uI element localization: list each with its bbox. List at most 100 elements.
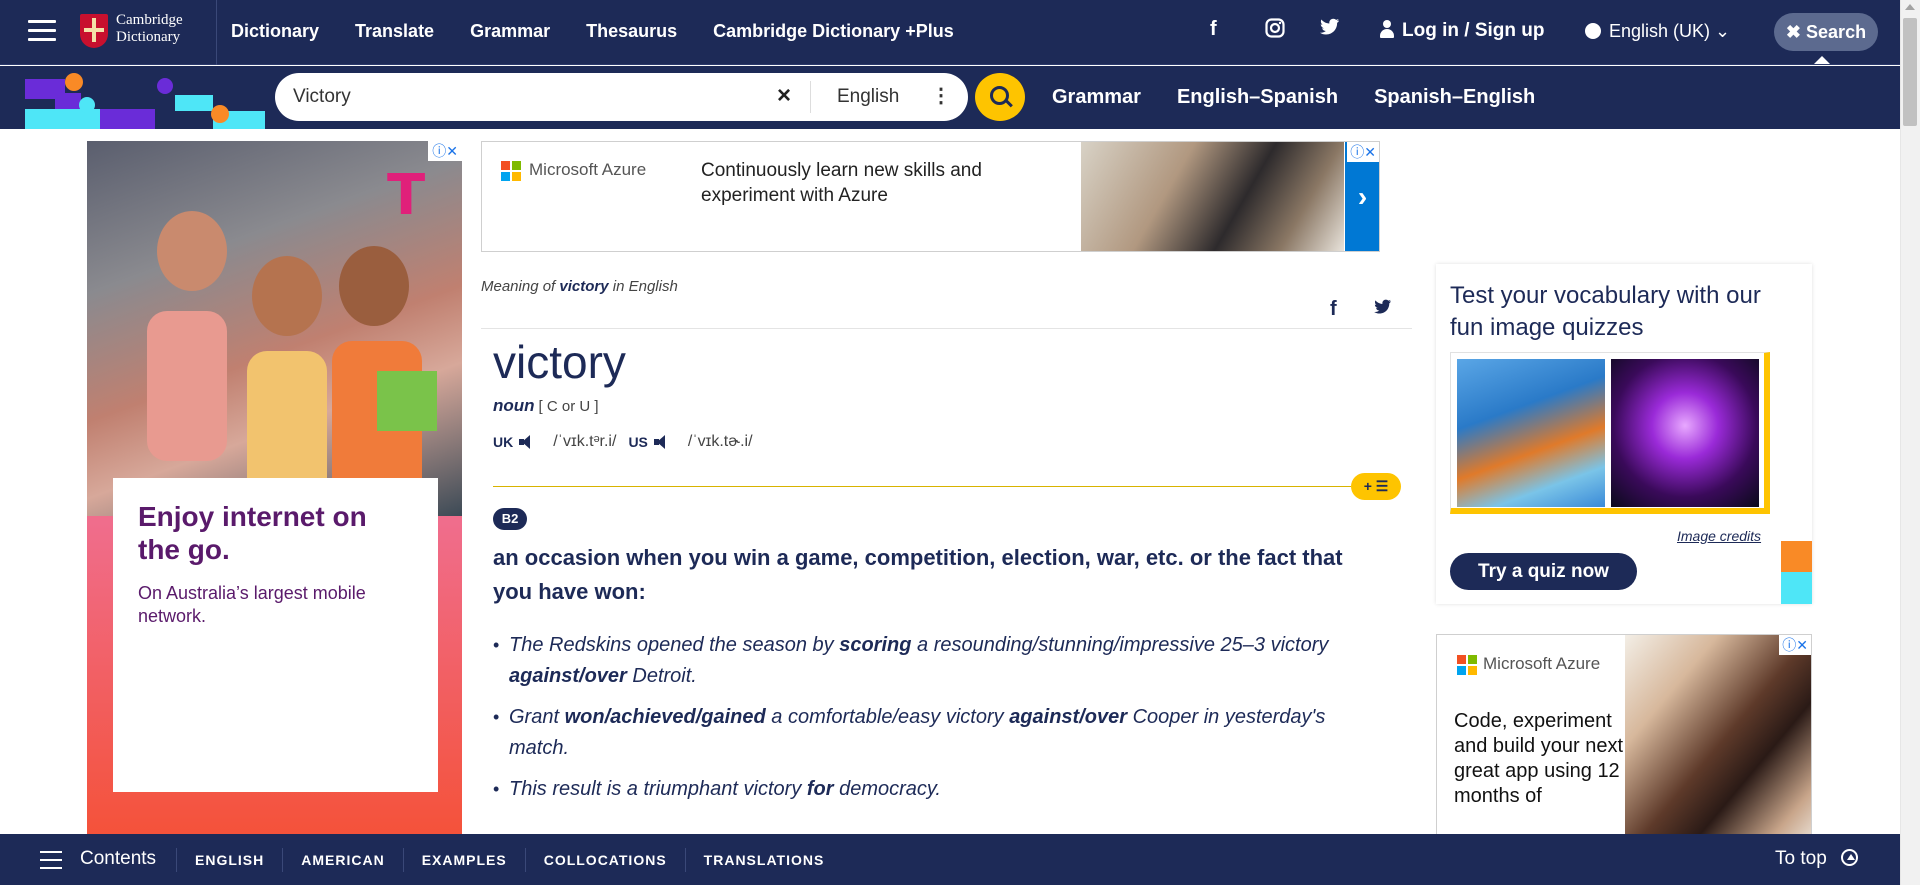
decorative-pattern [25,73,265,129]
pronunciation: UK /ˈvɪk.tᵊr.i/ US /ˈvɪk.tɚ.i/ [493,433,765,451]
sub-nav: Grammar English–Spanish Spanish–English [1052,86,1571,109]
example-item: The Redskins opened the season by scorin… [493,630,1373,692]
nav-grammar[interactable]: Grammar [470,21,550,42]
search-box: × English ⋮ [275,73,968,121]
meaning-caption: Meaning of victory in English [481,278,678,295]
login-link[interactable]: Log in / Sign up [1380,20,1544,42]
adchoices-icon[interactable]: ⓘ✕ [428,141,462,161]
uk-audio-icon[interactable] [519,434,537,450]
ad-photo: T [87,141,462,516]
search-toggle-button[interactable]: ✖ Search [1774,13,1878,64]
subnav-spanish-english[interactable]: Spanish–English [1374,86,1535,109]
microsoft-logo-icon [501,161,521,181]
divider [493,486,1351,487]
adchoices-icon[interactable]: ⓘ✕ [1779,635,1811,655]
decorative-block [1781,572,1812,604]
subnav-english-spanish[interactable]: English–Spanish [1177,86,1338,109]
clear-icon[interactable]: × [777,82,791,110]
nav-translate[interactable]: Translate [355,21,434,42]
try-quiz-button[interactable]: Try a quiz now [1450,553,1637,590]
section-english[interactable]: ENGLISH [176,847,282,872]
to-top-link[interactable]: To top [1775,848,1858,870]
twitter-icon[interactable] [1320,18,1375,44]
top-header: Cambridge Dictionary Dictionary Translat… [0,0,1900,65]
microsoft-logo-icon [1457,655,1477,675]
bottom-bar: Contents ENGLISH AMERICAN EXAMPLES COLLO… [0,834,1900,885]
level-badge: B2 [493,508,527,530]
uk-ipa: /ˈvɪk.tᵊr.i/ [553,433,617,450]
dictionary-selector[interactable]: English [837,86,899,108]
ad-photo [1625,635,1811,853]
main-nav: Dictionary Translate Grammar Thesaurus C… [231,0,990,62]
scrollbar[interactable] [1900,0,1920,885]
quiz-images [1450,352,1770,514]
ad-headline: Enjoy internet on the go. [138,501,367,565]
section-american[interactable]: AMERICAN [282,847,402,872]
ad-text: Code, experiment and build your next gre… [1454,710,1624,807]
ad-brand: Microsoft Azure [1483,654,1601,673]
search-submit-button[interactable] [975,73,1025,121]
menu-icon[interactable] [40,851,62,869]
image-credits-link[interactable]: Image credits [1677,528,1761,544]
divider [481,328,1412,329]
social-links: f [1210,18,1375,44]
section-collocations[interactable]: COLLOCATIONS [524,847,685,872]
example-item: This result is a triumphant victory for … [493,774,1373,805]
quiz-widget: Test your vocabulary with our fun image … [1436,264,1812,604]
globe-icon [1585,23,1601,39]
ad-telstra[interactable]: T ⓘ✕ Enjoy internet on the go. On Austra… [87,141,462,835]
contents-link[interactable]: Contents [80,848,156,870]
ad-photo [1081,142,1344,251]
chevron-down-icon: ⌄ [1715,21,1731,41]
close-icon: ✖ [1785,22,1802,42]
ad-brand: Microsoft Azure [529,160,647,179]
us-label: US [628,434,648,450]
cambridge-logo[interactable]: Cambridge Dictionary [80,12,202,52]
adchoices-icon[interactable]: ⓘ✕ [1347,142,1379,162]
decorative-block [1781,541,1812,572]
ad-card: Enjoy internet on the go. On Australia’s… [113,478,438,792]
shield-icon [80,14,108,48]
share-facebook-icon[interactable]: f [1330,298,1337,321]
headword: victory [493,336,626,388]
section-examples[interactable]: EXAMPLES [402,847,525,872]
logo-line1: Cambridge [116,12,183,28]
quiz-image-carousel[interactable] [1611,359,1759,507]
section-links: ENGLISH AMERICAN EXAMPLES COLLOCATIONS T… [176,834,842,885]
language-selector[interactable]: English (UK) ⌄ [1585,21,1730,42]
user-icon [1380,20,1394,38]
uk-label: UK [493,434,514,450]
nav-plus[interactable]: Cambridge Dictionary +Plus [713,21,954,42]
ad-subtext: On Australia’s largest mobile network. [138,583,366,626]
search-input[interactable] [293,83,763,111]
quiz-title: Test your vocabulary with our fun image … [1450,282,1761,341]
grammar-code: [ C or U ] [538,398,599,415]
part-of-speech: noun[ C or U ] [493,396,599,415]
section-translations[interactable]: TRANSLATIONS [684,847,843,872]
telstra-logo: T [387,163,426,228]
definition: an occasion when you win a game, competi… [493,545,1343,604]
subnav-grammar[interactable]: Grammar [1052,86,1141,109]
example-item: Grant won/achieved/gained a comfortable/… [493,702,1373,764]
menu-icon[interactable] [28,20,56,44]
scrollbar-thumb[interactable] [1903,18,1917,126]
quiz-image-waterslide[interactable] [1457,359,1605,507]
instagram-icon[interactable] [1265,18,1320,44]
us-audio-icon[interactable] [653,434,672,450]
ad-text: Continuously learn new skills and experi… [701,160,982,206]
logo-line2: Dictionary [116,29,181,45]
facebook-icon[interactable]: f [1210,18,1265,44]
scroll-up-icon[interactable] [1905,4,1915,10]
ad-azure-sidebar[interactable]: Microsoft Azure Code, experiment and bui… [1436,634,1812,854]
share-twitter-icon[interactable] [1374,298,1392,319]
more-options-icon[interactable]: ⋮ [931,83,951,108]
divider [810,81,811,113]
divider [216,0,217,65]
nav-thesaurus[interactable]: Thesaurus [586,21,677,42]
examples-list: The Redskins opened the season by scorin… [493,630,1373,815]
add-to-wordlist-button[interactable]: + ☰ [1351,473,1401,500]
arrow-up-icon [1840,849,1858,866]
ad-azure-banner[interactable]: Microsoft Azure Continuously learn new s… [481,141,1380,252]
us-ipa: /ˈvɪk.tɚ.i/ [687,433,753,450]
nav-dictionary[interactable]: Dictionary [231,21,319,42]
